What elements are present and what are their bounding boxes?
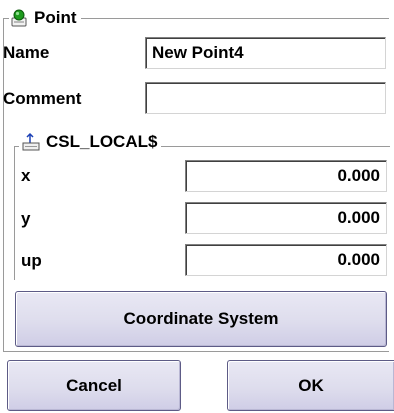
y-label: y (21, 209, 31, 228)
point-icon (11, 9, 29, 27)
coordinate-system-button[interactable]: Coordinate System (15, 291, 387, 347)
coordinate-group-legend: CSL_LOCAL$ (19, 132, 162, 152)
coordinate-system-icon (21, 132, 41, 152)
y-field[interactable]: 0.000 (185, 202, 387, 234)
name-label: Name (3, 43, 50, 62)
ok-button[interactable]: OK (227, 360, 394, 411)
coordinate-group-title: CSL_LOCAL$ (46, 132, 158, 151)
x-label: x (21, 166, 31, 185)
point-group-title: Point (34, 8, 77, 27)
comment-field[interactable] (145, 82, 386, 114)
up-label: up (21, 251, 42, 270)
name-field[interactable]: New Point4 (145, 37, 386, 69)
comment-label: Comment (3, 89, 82, 108)
up-field[interactable]: 0.000 (185, 244, 387, 276)
cancel-button[interactable]: Cancel (7, 360, 181, 411)
point-group-legend: Point (9, 8, 81, 28)
x-field[interactable]: 0.000 (185, 160, 387, 192)
